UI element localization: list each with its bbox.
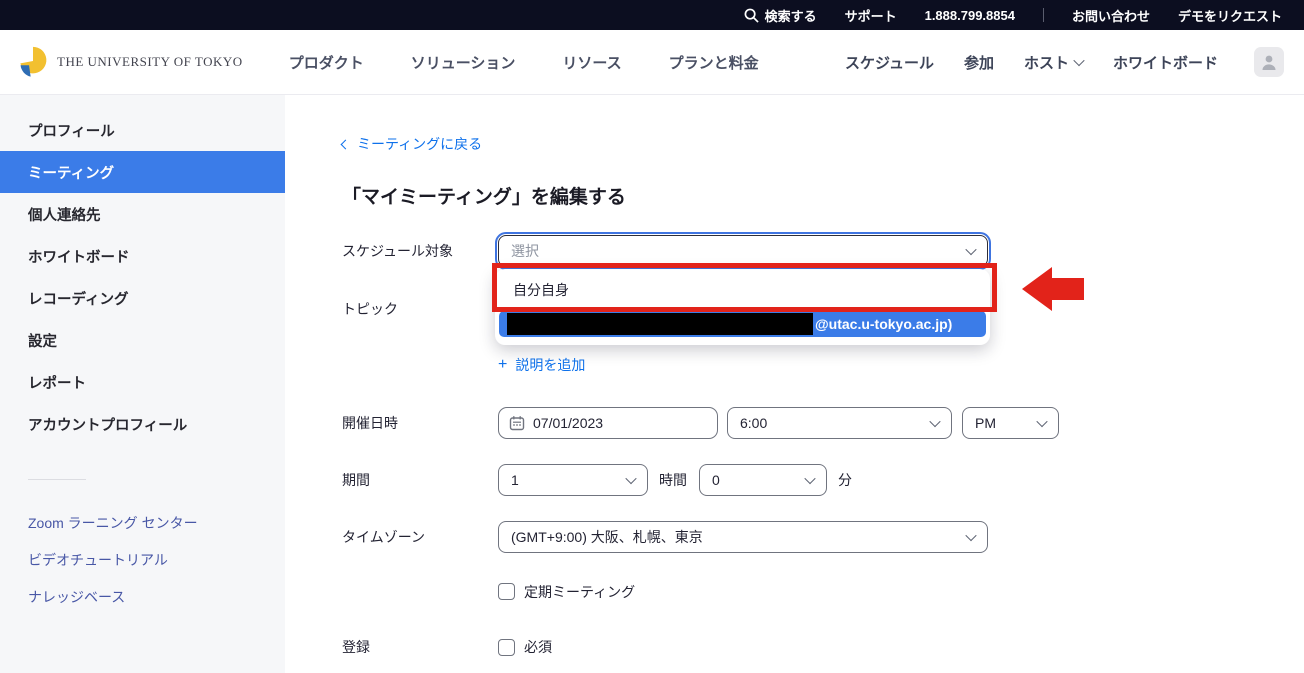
duration-hours-select[interactable]: 1	[498, 464, 648, 496]
plus-icon: +	[498, 357, 507, 373]
schedule-for-select[interactable]: 選択	[498, 235, 988, 267]
chevron-down-icon	[625, 473, 636, 484]
nav-schedule-link[interactable]: スケジュール	[845, 52, 934, 73]
topbar-divider	[1043, 8, 1044, 22]
search-button[interactable]: 検索する	[744, 6, 817, 25]
nav-host-menu[interactable]: ホスト	[1024, 52, 1083, 73]
schedule-for-label: スケジュール対象	[342, 241, 498, 261]
sidebar-link-video-tutorials[interactable]: ビデオチュートリアル	[0, 541, 285, 578]
duration-minutes-value: 0	[712, 472, 720, 488]
sidebar-item-meetings[interactable]: ミーティング	[0, 151, 285, 193]
minutes-unit-label: 分	[838, 470, 852, 490]
chevron-down-icon	[965, 530, 976, 541]
nav-item-solutions[interactable]: ソリューション	[411, 52, 516, 73]
recurring-meeting-label: 定期ミーティング	[524, 582, 635, 602]
back-to-meetings-link[interactable]: ミーティングに戻る	[342, 134, 482, 154]
sidebar-item-account-profile[interactable]: アカウントプロフィール	[0, 403, 285, 445]
duration-minutes-select[interactable]: 0	[699, 464, 827, 496]
nav-item-resources[interactable]: リソース	[562, 52, 621, 73]
email-suffix-text: @utac.u-tokyo.ac.jp)	[815, 316, 952, 332]
ginkgo-leaf-icon	[16, 45, 50, 79]
chevron-down-icon	[1036, 416, 1047, 427]
sidebar-item-whiteboard[interactable]: ホワイトボード	[0, 235, 285, 277]
timezone-label: タイムゾーン	[342, 527, 498, 547]
search-icon	[744, 8, 759, 23]
sidebar-item-profile[interactable]: プロフィール	[0, 109, 285, 151]
phone-number[interactable]: 1.888.799.8854	[925, 8, 1015, 23]
main-content: ミーティングに戻る 「マイミーティング」を編集する スケジュール対象 選択 自分…	[285, 95, 1304, 673]
user-avatar[interactable]	[1254, 47, 1284, 77]
person-icon	[1259, 52, 1279, 72]
search-label: 検索する	[765, 6, 817, 25]
nav-item-products[interactable]: プロダクト	[289, 52, 364, 73]
timezone-value: (GMT+9:00) 大阪、札幌、東京	[511, 527, 703, 547]
sidebar: プロフィール ミーティング 個人連絡先 ホワイトボード レコーディング 設定 レ…	[0, 95, 285, 673]
time-select[interactable]: 6:00	[727, 407, 952, 439]
nav-host-label: ホスト	[1024, 52, 1069, 73]
nav-whiteboard-link[interactable]: ホワイトボード	[1113, 52, 1218, 73]
page-title: 「マイミーティング」を編集する	[342, 182, 1304, 209]
datetime-label: 開催日時	[342, 413, 498, 433]
registration-label: 登録	[342, 637, 498, 657]
back-link-label: ミーティングに戻る	[357, 134, 482, 154]
timezone-select[interactable]: (GMT+9:00) 大阪、札幌、東京	[498, 521, 988, 553]
sidebar-item-recordings[interactable]: レコーディング	[0, 277, 285, 319]
redaction-box	[507, 313, 813, 335]
date-field-wrap	[498, 407, 718, 439]
logo-text: THE UNIVERSITY OF TOKYO	[57, 54, 243, 70]
sidebar-item-reports[interactable]: レポート	[0, 361, 285, 403]
schedule-for-value: 選択	[511, 241, 539, 261]
dropdown-option-self[interactable]: 自分自身	[495, 269, 990, 311]
date-input[interactable]	[498, 407, 718, 439]
duration-label: 期間	[342, 470, 498, 490]
sidebar-item-settings[interactable]: 設定	[0, 319, 285, 361]
chevron-down-icon	[929, 416, 940, 427]
time-value: 6:00	[740, 415, 767, 431]
sidebar-item-contacts[interactable]: 個人連絡先	[0, 193, 285, 235]
main-navbar: THE UNIVERSITY OF TOKYO プロダクト ソリューション リソ…	[0, 30, 1304, 95]
contact-link[interactable]: お問い合わせ	[1072, 6, 1150, 25]
sidebar-divider	[28, 479, 86, 480]
add-description-link[interactable]: + 説明を追加	[498, 355, 585, 375]
schedule-for-dropdown: 自分自身 @utac.u-tokyo.ac.jp)	[495, 269, 990, 345]
ampm-select[interactable]: PM	[962, 407, 1059, 439]
nav-item-plans[interactable]: プランと料金	[669, 52, 759, 73]
ampm-value: PM	[975, 415, 996, 431]
nav-left-group: プロダクト ソリューション リソース プランと料金	[289, 52, 759, 73]
sidebar-link-learning-center[interactable]: Zoom ラーニング センター	[0, 504, 285, 541]
chevron-down-icon	[965, 244, 976, 255]
schedule-for-wrap: 選択 自分自身 @utac.u-tokyo.ac.jp)	[498, 235, 988, 267]
recurring-meeting-checkbox[interactable]	[498, 583, 515, 600]
topic-label: トピック	[342, 299, 498, 319]
sidebar-link-knowledge-base[interactable]: ナレッジベース	[0, 578, 285, 615]
registration-required-label: 必須	[524, 637, 552, 657]
registration-required-checkbox[interactable]	[498, 639, 515, 656]
chevron-down-icon	[1073, 55, 1084, 66]
nav-join-link[interactable]: 参加	[964, 52, 994, 73]
university-logo[interactable]: THE UNIVERSITY OF TOKYO	[16, 45, 243, 79]
hours-unit-label: 時間	[659, 470, 687, 490]
add-description-label: 説明を追加	[515, 355, 585, 375]
chevron-left-icon	[341, 139, 351, 149]
chevron-down-icon	[804, 473, 815, 484]
dropdown-option-user-email[interactable]: @utac.u-tokyo.ac.jp)	[499, 311, 986, 337]
duration-hours-value: 1	[511, 472, 519, 488]
top-utility-bar: 検索する サポート 1.888.799.8854 お問い合わせ デモをリクエスト	[0, 0, 1304, 30]
nav-right-group: スケジュール 参加 ホスト ホワイトボード	[845, 47, 1284, 77]
support-link[interactable]: サポート	[845, 6, 897, 25]
calendar-icon	[509, 415, 525, 431]
request-demo-link[interactable]: デモをリクエスト	[1178, 6, 1282, 25]
